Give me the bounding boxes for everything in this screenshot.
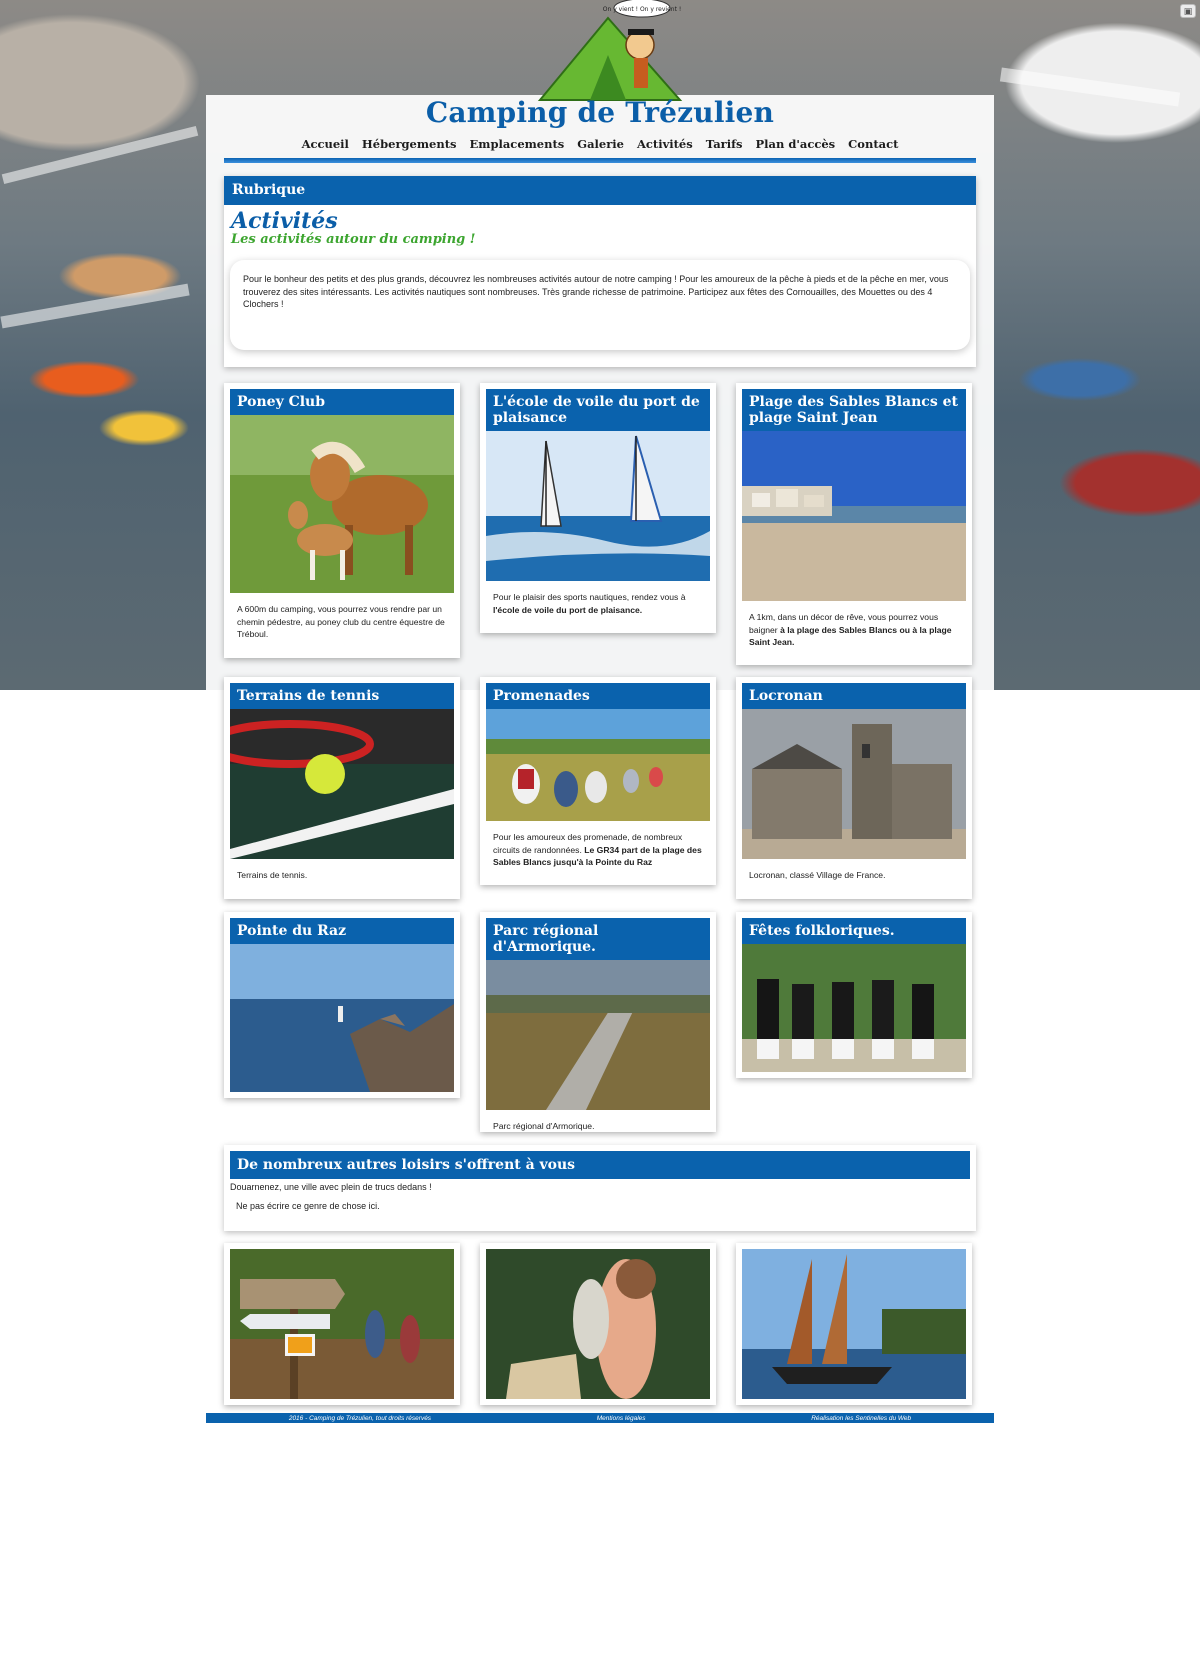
parc-armorique-image [486, 960, 710, 1111]
card-title: Fêtes folkloriques. [742, 918, 966, 945]
loisirs-line-2: Ne pas écrire ce genre de chose ici. [236, 1201, 380, 1212]
card-description: Terrains de tennis. [237, 870, 308, 881]
card-title: Pointe du Raz [230, 918, 454, 945]
nav-divider [224, 158, 976, 163]
windsurf-image [486, 431, 710, 582]
card-ecole-voile[interactable]: L'école de voile du port de plaisance Po… [480, 383, 716, 633]
tennis-image [230, 709, 454, 860]
camping-logo[interactable]: On y vient ! On y revient ! [530, 0, 700, 105]
fetes-folkloriques-image [742, 944, 966, 1073]
poney-image [230, 415, 454, 594]
page-subtitle: Les activités autour du camping ! [231, 232, 476, 247]
card-description: A 600m du camping, vous pourrez vous ren… [237, 604, 445, 639]
card-promenades[interactable]: Promenades Pour les amoureux des promena… [480, 677, 716, 885]
card-description: A 1km, dans un décor de rêve, vous pourr… [749, 612, 952, 648]
card-parc-armorique[interactable]: Parc régional d'Armorique. Parc régional… [480, 912, 716, 1132]
card-title: Terrains de tennis [230, 683, 454, 710]
intro-text: Pour le bonheur des petits et des plus g… [230, 260, 970, 350]
footer-legal-link[interactable]: Mentions légales [597, 1415, 646, 1422]
card-description: Parc régional d'Armorique. [493, 1121, 595, 1132]
rubrique-section: Rubrique Activités Les activités autour … [224, 176, 976, 367]
plugin-icon[interactable]: ▣ [1180, 4, 1196, 18]
sentier-image [230, 1249, 454, 1399]
loisirs-line-1: Douarnenez, une ville avec plein de truc… [230, 1182, 432, 1193]
footer-copyright: 2016 - Camping de Trézulien, tout droits… [288, 1414, 432, 1422]
card-fetes-folkloriques[interactable]: Fêtes folkloriques. [736, 912, 972, 1078]
logo-bubble-text: On y vient ! On y revient ! [603, 6, 681, 13]
gallery-photo-2[interactable] [480, 1243, 716, 1405]
footer: 2016 - Camping de Trézulien, tout droits… [206, 1413, 994, 1423]
nav-item-hebergements[interactable]: Hébergements [362, 137, 457, 151]
site-title[interactable]: Camping de Trézulien [206, 96, 994, 129]
voilier-image [742, 1249, 966, 1399]
plage-image [742, 431, 966, 602]
nav-item-galerie[interactable]: Galerie [577, 137, 624, 151]
card-locronan[interactable]: Locronan Locronan, classé Village de Fra… [736, 677, 972, 899]
nav-item-accueil[interactable]: Accueil [302, 137, 349, 151]
loisirs-title: De nombreux autres loisirs s'offrent à v… [230, 1151, 970, 1180]
card-description: Locronan, classé Village de France. [749, 870, 886, 881]
randonneuses-image [486, 1249, 710, 1399]
nav-item-contact[interactable]: Contact [848, 137, 898, 151]
nav-item-tarifs[interactable]: Tarifs [706, 137, 743, 151]
card-title: Promenades [486, 683, 710, 710]
footer-credit-link[interactable]: Réalisation les Sentinelles du Web [811, 1415, 911, 1422]
card-title: Plage des Sables Blancs et plage Saint J… [742, 389, 966, 432]
nav-item-emplacements[interactable]: Emplacements [470, 137, 565, 151]
card-pointe-du-raz[interactable]: Pointe du Raz [224, 912, 460, 1098]
card-title: Locronan [742, 683, 966, 710]
gallery-photo-3[interactable] [736, 1243, 972, 1405]
card-plage[interactable]: Plage des Sables Blancs et plage Saint J… [736, 383, 972, 665]
card-description: Pour le plaisir des sports nautiques, re… [493, 592, 686, 615]
card-title: Parc régional d'Armorique. [486, 918, 710, 961]
loisirs-section: De nombreux autres loisirs s'offrent à v… [224, 1145, 976, 1231]
pointe-du-raz-image [230, 944, 454, 1093]
card-title: L'école de voile du port de plaisance [486, 389, 710, 432]
promenades-image [486, 709, 710, 822]
nav-item-plan-acces[interactable]: Plan d'accès [756, 137, 836, 151]
card-poney-club[interactable]: Poney Club A 600m du camping, vous pourr… [224, 383, 460, 658]
page-title: Activités [231, 208, 338, 234]
main-nav: Accueil Hébergements Emplacements Galeri… [206, 137, 994, 151]
card-description: Pour les amoureux des promenade, de nomb… [493, 832, 702, 867]
rubrique-label: Rubrique [224, 176, 976, 205]
card-title: Poney Club [230, 389, 454, 416]
card-tennis[interactable]: Terrains de tennis Terrains de tennis. [224, 677, 460, 899]
nav-item-activites[interactable]: Activités [637, 137, 693, 151]
gallery-photo-1[interactable] [224, 1243, 460, 1405]
locronan-image [742, 709, 966, 860]
